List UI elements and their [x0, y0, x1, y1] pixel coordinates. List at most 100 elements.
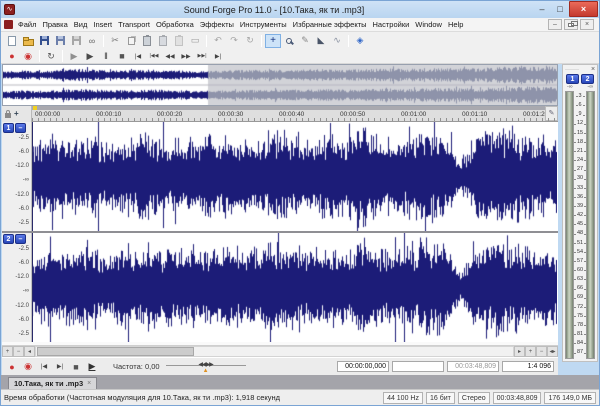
previous-icon[interactable]: |◀◀	[146, 49, 162, 63]
mix-icon[interactable]	[171, 34, 187, 48]
cursor-position-field[interactable]: 00:00:00,000	[337, 361, 389, 372]
stop-icon[interactable]: ■	[68, 360, 84, 374]
copy-icon[interactable]	[123, 34, 139, 48]
record-icon[interactable]: ●	[4, 49, 20, 63]
channel-2-collapse-button[interactable]: –	[15, 234, 26, 244]
go-to-start-icon[interactable]: |◀	[36, 360, 52, 374]
meter-channel-button[interactable]: 1	[566, 74, 579, 84]
zoom-fit-button[interactable]: ◂▸	[547, 346, 558, 357]
menu-item[interactable]: Вид	[71, 20, 91, 29]
forward-icon[interactable]: ▶▶	[178, 49, 194, 63]
playback-cursor[interactable]	[32, 122, 33, 231]
channel-1-waveform[interactable]	[32, 122, 557, 231]
scrollbar-track[interactable]	[35, 346, 514, 357]
close-button[interactable]: ×	[569, 1, 598, 17]
edit-tool-icon[interactable]: +	[14, 110, 19, 118]
play-icon[interactable]: ▶	[82, 49, 98, 63]
edit-tool-icon[interactable]: +	[265, 34, 281, 48]
undo-icon[interactable]: ↶	[210, 34, 226, 48]
record-remote-icon[interactable]: ◉	[20, 360, 36, 374]
meter-close-button[interactable]: ×	[591, 67, 595, 73]
save-as-icon[interactable]	[52, 34, 68, 48]
pencil-icon[interactable]: ✎	[297, 34, 313, 48]
pause-icon[interactable]: ‖	[98, 49, 114, 63]
time-ruler[interactable]: 00:00:0000:00:1000:00:2000:00:3000:00:40…	[32, 106, 558, 122]
record-remote-icon[interactable]: ◉	[20, 49, 36, 63]
child-close-button[interactable]: ×	[580, 19, 594, 30]
document-icon[interactable]	[4, 20, 13, 29]
open-icon[interactable]	[20, 34, 36, 48]
overview-strip[interactable]	[2, 64, 558, 106]
bit-depth-field[interactable]: 16 бит	[426, 392, 455, 404]
channel-1-collapse-button[interactable]: –	[15, 123, 26, 133]
repeat-icon[interactable]: ↻	[242, 34, 258, 48]
zoom-in-time-button[interactable]: +	[2, 346, 13, 357]
panel-grip[interactable]: ·······	[565, 67, 579, 73]
menu-item[interactable]: Настройки	[370, 20, 413, 29]
event-tool-icon[interactable]: ◣	[313, 34, 329, 48]
meter-channel-button[interactable]: 2	[581, 74, 594, 84]
selection-end-field[interactable]: 00:03:48,809	[447, 361, 499, 372]
record-icon[interactable]: ●	[4, 360, 20, 374]
publish-icon[interactable]: ∞	[84, 34, 100, 48]
channel-2-waveform-area[interactable]	[32, 233, 558, 342]
loop-icon[interactable]: ↻	[43, 49, 59, 63]
lock-icon[interactable]	[5, 113, 11, 118]
rewind-icon[interactable]: ◀◀	[162, 49, 178, 63]
go-to-end-icon[interactable]: ▶|	[210, 49, 226, 63]
document-tab[interactable]: 10.Така, як ти .mp3 ×	[8, 377, 97, 389]
menu-item[interactable]: Window	[412, 20, 445, 29]
render-as-icon[interactable]	[68, 34, 84, 48]
overview-waveform[interactable]	[3, 65, 557, 105]
rate-slider[interactable]: ◀◀▶▶ ▲	[166, 361, 246, 372]
channel-1-waveform-area[interactable]	[32, 122, 558, 231]
selection-start-field[interactable]	[392, 361, 444, 372]
maximize-button[interactable]: □	[551, 3, 569, 17]
menu-item[interactable]: Файл	[15, 20, 39, 29]
magnify-icon[interactable]	[281, 34, 297, 48]
menu-item[interactable]: Обработка	[153, 20, 197, 29]
scrollbar-thumb[interactable]	[37, 347, 194, 356]
menu-item[interactable]: Help	[445, 20, 466, 29]
go-to-end-icon[interactable]: ▶|	[52, 360, 68, 374]
stop-icon[interactable]: ■	[114, 49, 130, 63]
paste-icon[interactable]	[139, 34, 155, 48]
tab-close-icon[interactable]: ×	[87, 380, 91, 387]
zoom-out-button[interactable]: −	[536, 346, 547, 357]
envelope-icon[interactable]: ∿	[329, 34, 345, 48]
ruler-options-button[interactable]: ✎	[545, 106, 558, 121]
paste-special-icon[interactable]	[155, 34, 171, 48]
playback-cursor[interactable]	[32, 233, 33, 342]
trim-icon[interactable]: ▭	[187, 34, 203, 48]
scroll-left-button[interactable]: ◂	[24, 346, 35, 357]
minimize-button[interactable]: –	[533, 3, 551, 17]
menu-item[interactable]: Правка	[39, 20, 70, 29]
title-bar[interactable]: ∿ Sound Forge Pro 11.0 - [10.Така, як ти…	[1, 1, 599, 18]
cursor-marker[interactable]	[33, 106, 37, 110]
menu-item[interactable]: Избранные эффекты	[290, 20, 370, 29]
redo-icon[interactable]: ↷	[226, 34, 242, 48]
menu-item[interactable]: Insert	[90, 20, 115, 29]
menu-item[interactable]: Инструменты	[237, 20, 290, 29]
play-all-icon[interactable]: ▶	[66, 49, 82, 63]
channel-1-button[interactable]: 1	[3, 123, 14, 133]
zoom-ratio-field[interactable]: 1:4 096	[502, 361, 554, 372]
play-normal-icon[interactable]: ▶	[84, 360, 100, 374]
channel-2-waveform[interactable]	[32, 233, 557, 342]
child-minimize-button[interactable]: –	[548, 19, 562, 30]
zoom-in-button[interactable]: +	[525, 346, 536, 357]
length-field[interactable]: 00:03:48,809	[493, 392, 542, 404]
menu-item[interactable]: Эффекты	[197, 20, 237, 29]
scroll-right-button[interactable]: ▸	[514, 346, 525, 357]
zoom-out-time-button[interactable]: −	[13, 346, 24, 357]
new-icon[interactable]	[4, 34, 20, 48]
rate-slider-handle[interactable]: ◀◀▶▶	[198, 361, 212, 368]
sample-rate-field[interactable]: 44 100 Hz	[383, 392, 423, 404]
menu-item[interactable]: Transport	[115, 20, 153, 29]
channel-2-button[interactable]: 2	[3, 234, 14, 244]
save-icon[interactable]	[36, 34, 52, 48]
next-icon[interactable]: ▶▶|	[194, 49, 210, 63]
channel-mode-field[interactable]: Стерео	[458, 392, 490, 404]
go-to-start-icon[interactable]: |◀	[130, 49, 146, 63]
child-restore-button[interactable]	[564, 19, 578, 30]
